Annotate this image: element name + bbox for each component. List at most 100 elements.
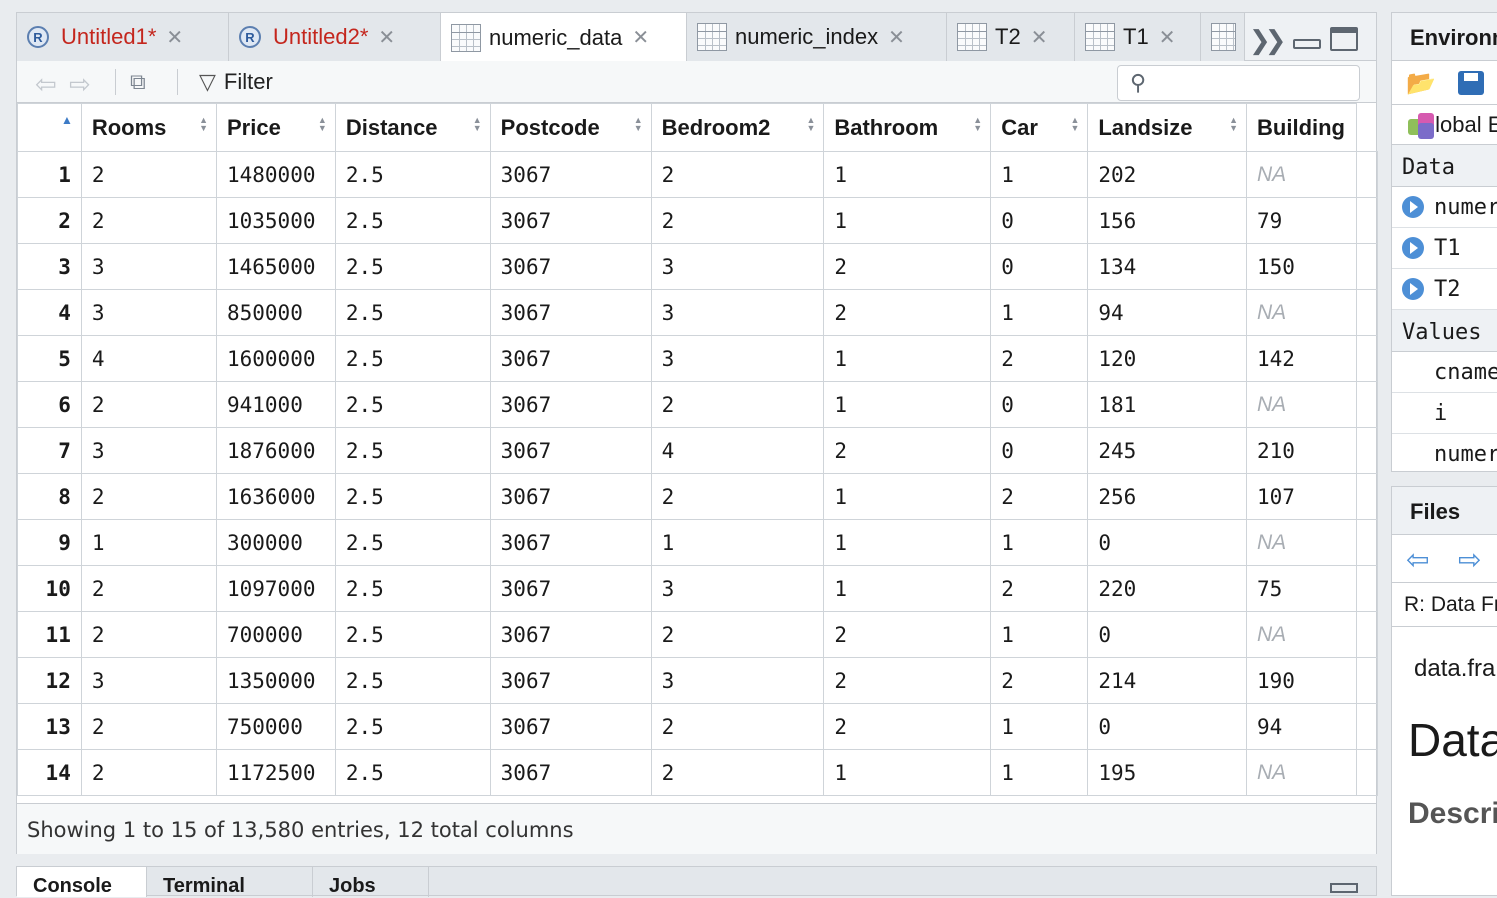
table-cell[interactable]: 850000 xyxy=(215,289,336,336)
table-cell[interactable]: 2.5 xyxy=(334,151,491,198)
table-cell[interactable]: 3067 xyxy=(489,473,652,520)
table-cell[interactable]: 1480000 xyxy=(215,151,336,198)
row-index-header[interactable]: ▲ xyxy=(17,103,82,152)
table-cell[interactable]: 79 xyxy=(1246,197,1357,244)
table-cell[interactable]: 142 xyxy=(1246,335,1357,382)
table-cell[interactable]: 3067 xyxy=(489,657,652,704)
table-cell[interactable]: 1 xyxy=(823,151,992,198)
table-cell[interactable]: 1035000 xyxy=(215,197,336,244)
back-arrow-icon[interactable]: ⇦ xyxy=(1406,543,1429,576)
tab-files[interactable]: Files xyxy=(1392,487,1497,535)
table-cell[interactable]: 1 xyxy=(990,289,1089,336)
forward-arrow-icon[interactable]: ⇨ xyxy=(1458,543,1481,576)
table-cell[interactable]: 214 xyxy=(1087,657,1248,704)
table-cell[interactable]: 3 xyxy=(650,243,825,290)
table-cell[interactable]: 2.5 xyxy=(334,243,491,290)
table-cell[interactable]: 1 xyxy=(823,197,992,244)
table-cell[interactable]: 0 xyxy=(990,197,1089,244)
table-cell[interactable]: 220 xyxy=(1087,565,1248,612)
table-cell[interactable]: 2.5 xyxy=(334,197,491,244)
table-cell[interactable]: 2 xyxy=(80,381,217,428)
table-cell[interactable]: 3 xyxy=(80,427,217,474)
table-cell[interactable]: 2 xyxy=(80,611,217,658)
table-cell[interactable]: 2 xyxy=(80,197,217,244)
table-cell[interactable]: 2.5 xyxy=(334,657,491,704)
table-cell[interactable]: 2.5 xyxy=(334,749,491,796)
table-cell[interactable]: 3067 xyxy=(489,427,652,474)
save-icon[interactable] xyxy=(1458,71,1484,95)
table-cell[interactable]: 156 xyxy=(1087,197,1248,244)
column-header[interactable]: Bedroom2 ▲ ▼ xyxy=(650,103,825,152)
table-cell[interactable]: 210 xyxy=(1246,427,1357,474)
table-cell[interactable]: 750000 xyxy=(215,703,336,750)
table-cell[interactable]: 1 xyxy=(823,381,992,428)
table-cell[interactable]: 2 xyxy=(823,427,992,474)
table-cell[interactable]: 75 xyxy=(1246,565,1357,612)
env-value-item[interactable]: cnames xyxy=(1392,352,1497,393)
table-cell[interactable]: 2.5 xyxy=(334,427,491,474)
table-cell[interactable]: 2 xyxy=(990,335,1089,382)
table-cell[interactable]: 2 xyxy=(650,703,825,750)
table-cell[interactable]: 4 xyxy=(650,427,825,474)
table-cell[interactable]: 300000 xyxy=(215,519,336,566)
table-cell[interactable]: NA xyxy=(1246,611,1357,658)
env-data-item[interactable]: T1 xyxy=(1392,228,1497,269)
table-cell[interactable]: 3067 xyxy=(489,703,652,750)
table-cell[interactable]: 1 xyxy=(823,473,992,520)
table-cell[interactable]: 150 xyxy=(1246,243,1357,290)
table-cell[interactable]: 4 xyxy=(80,335,217,382)
env-value-item[interactable]: i xyxy=(1392,393,1497,434)
table-cell[interactable]: 941000 xyxy=(215,381,336,428)
table-cell[interactable]: 1 xyxy=(823,519,992,566)
table-cell[interactable]: 3067 xyxy=(489,749,652,796)
table-cell[interactable]: 1 xyxy=(823,335,992,382)
minimize-pane-icon[interactable] xyxy=(1293,39,1321,49)
popout-window-icon[interactable]: ⧉ xyxy=(130,69,160,95)
table-cell[interactable]: NA xyxy=(1246,289,1357,336)
minimize-pane-icon[interactable] xyxy=(1330,883,1358,893)
table-cell[interactable]: 2.5 xyxy=(334,565,491,612)
table-cell[interactable]: 195 xyxy=(1087,749,1248,796)
table-cell[interactable]: 2.5 xyxy=(334,519,491,566)
table-cell[interactable]: 1 xyxy=(80,519,217,566)
table-cell[interactable]: 3067 xyxy=(489,197,652,244)
table-cell[interactable]: 1 xyxy=(650,519,825,566)
table-cell[interactable]: 2 xyxy=(80,749,217,796)
table-cell[interactable]: 3 xyxy=(650,335,825,382)
env-value-item[interactable]: numeric_index xyxy=(1392,434,1497,471)
tab-untitled2[interactable]: R Untitled2* ✕ xyxy=(229,13,441,61)
env-data-item[interactable]: numeric_data xyxy=(1392,187,1497,228)
table-cell[interactable]: NA xyxy=(1246,381,1357,428)
table-cell[interactable]: 0 xyxy=(1087,519,1248,566)
table-cell[interactable]: 3067 xyxy=(489,289,652,336)
table-cell[interactable]: 0 xyxy=(1087,703,1248,750)
table-cell[interactable]: 1097000 xyxy=(215,565,336,612)
table-cell[interactable]: 2 xyxy=(650,151,825,198)
table-cell[interactable]: 181 xyxy=(1087,381,1248,428)
table-cell[interactable]: 2 xyxy=(823,243,992,290)
tab-console[interactable]: Console xyxy=(17,867,147,897)
table-cell[interactable]: 2 xyxy=(990,657,1089,704)
table-cell[interactable]: 1 xyxy=(823,749,992,796)
table-cell[interactable]: 2.5 xyxy=(334,335,491,382)
table-cell[interactable]: 1 xyxy=(990,611,1089,658)
close-icon[interactable]: ✕ xyxy=(166,25,183,50)
table-cell[interactable]: 1 xyxy=(823,565,992,612)
table-cell[interactable]: 2 xyxy=(80,473,217,520)
table-cell[interactable]: 1600000 xyxy=(215,335,336,382)
table-cell[interactable]: 3067 xyxy=(489,611,652,658)
environment-scope-select[interactable]: Global Environment xyxy=(1392,105,1497,145)
table-cell[interactable]: 3 xyxy=(650,565,825,612)
table-cell[interactable]: 1 xyxy=(990,151,1089,198)
table-cell[interactable]: 94 xyxy=(1087,289,1248,336)
tab-overflow-icon[interactable]: ❯❯ xyxy=(1249,25,1286,56)
table-cell[interactable]: 3 xyxy=(80,243,217,290)
table-cell[interactable]: 0 xyxy=(990,381,1089,428)
close-icon[interactable]: ✕ xyxy=(888,25,905,50)
table-cell[interactable]: 1172500 xyxy=(215,749,336,796)
tab-terminal[interactable]: Terminal xyxy=(147,867,313,897)
table-cell[interactable]: 2 xyxy=(650,611,825,658)
table-cell[interactable]: 0 xyxy=(990,427,1089,474)
table-cell[interactable]: 107 xyxy=(1246,473,1357,520)
maximize-pane-icon[interactable] xyxy=(1330,27,1358,51)
